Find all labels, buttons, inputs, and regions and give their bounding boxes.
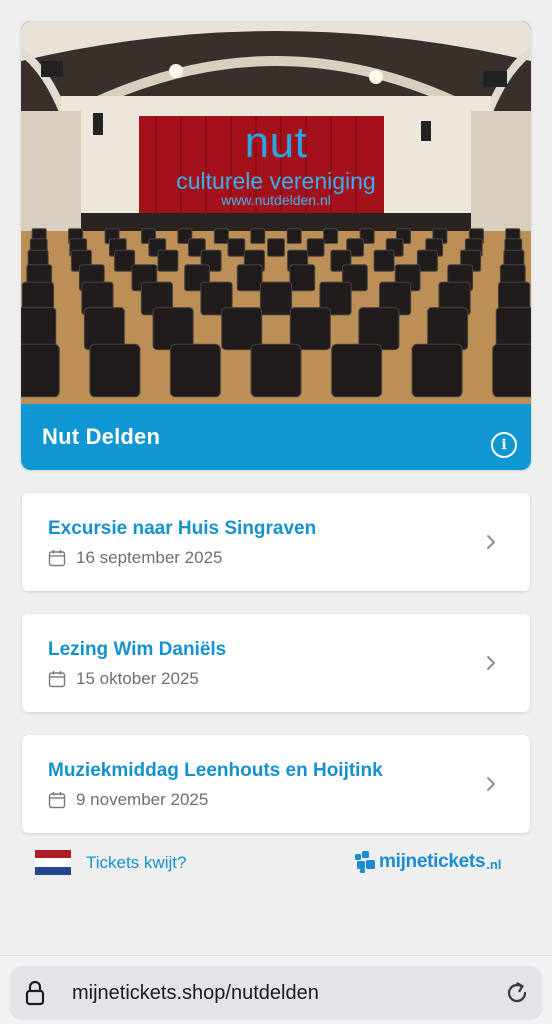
event-date-row: 15 oktober 2025 xyxy=(48,669,199,689)
organizer-header-card: nut culturele vereniging www.nutdelden.n… xyxy=(21,21,531,470)
lock-icon xyxy=(25,980,45,1006)
calendar-icon xyxy=(48,550,66,567)
event-title[interactable]: Muziekmiddag Leenhouts en Hoijtink xyxy=(48,760,383,782)
chevron-right-icon[interactable] xyxy=(484,533,498,551)
event-date-row: 9 november 2025 xyxy=(48,790,208,810)
event-title[interactable]: Lezing Wim Daniëls xyxy=(48,639,226,661)
hero-image: nut culturele vereniging www.nutdelden.n… xyxy=(21,21,531,404)
brand-name: mijnetickets xyxy=(379,851,486,872)
address-bar[interactable]: mijnetickets.shop/nutdelden xyxy=(10,966,542,1020)
event-card[interactable]: Excursie naar Huis Singraven 16 septembe… xyxy=(22,493,530,591)
event-card[interactable]: Muziekmiddag Leenhouts en Hoijtink 9 nov… xyxy=(22,735,530,833)
reload-icon[interactable] xyxy=(504,980,530,1006)
header-bar: Nut Delden i xyxy=(21,404,531,470)
netherlands-flag-icon[interactable] xyxy=(35,850,71,875)
theater-photo xyxy=(21,21,531,404)
info-glyph: i xyxy=(501,437,507,453)
calendar-icon xyxy=(48,792,66,809)
event-date: 15 oktober 2025 xyxy=(76,669,199,688)
mijnetickets-logo[interactable]: mijnetickets .nl xyxy=(354,848,501,876)
calendar-icon xyxy=(48,671,66,688)
event-card[interactable]: Lezing Wim Daniëls 15 oktober 2025 xyxy=(22,614,530,712)
lost-tickets-link[interactable]: Tickets kwijt? xyxy=(86,853,186,873)
info-icon[interactable]: i xyxy=(491,432,517,458)
url-text[interactable]: mijnetickets.shop/nutdelden xyxy=(72,982,319,1005)
browser-toolbar: mijnetickets.shop/nutdelden xyxy=(0,955,552,1024)
event-date-row: 16 september 2025 xyxy=(48,548,223,568)
organizer-name: Nut Delden xyxy=(42,424,161,449)
brand-tld: .nl xyxy=(486,856,502,872)
chevron-right-icon[interactable] xyxy=(484,775,498,793)
event-date: 9 november 2025 xyxy=(76,790,209,809)
event-date: 16 september 2025 xyxy=(76,548,223,567)
ticket-logo-icon xyxy=(355,851,375,873)
event-title[interactable]: Excursie naar Huis Singraven xyxy=(48,518,316,540)
chevron-right-icon[interactable] xyxy=(484,654,498,672)
